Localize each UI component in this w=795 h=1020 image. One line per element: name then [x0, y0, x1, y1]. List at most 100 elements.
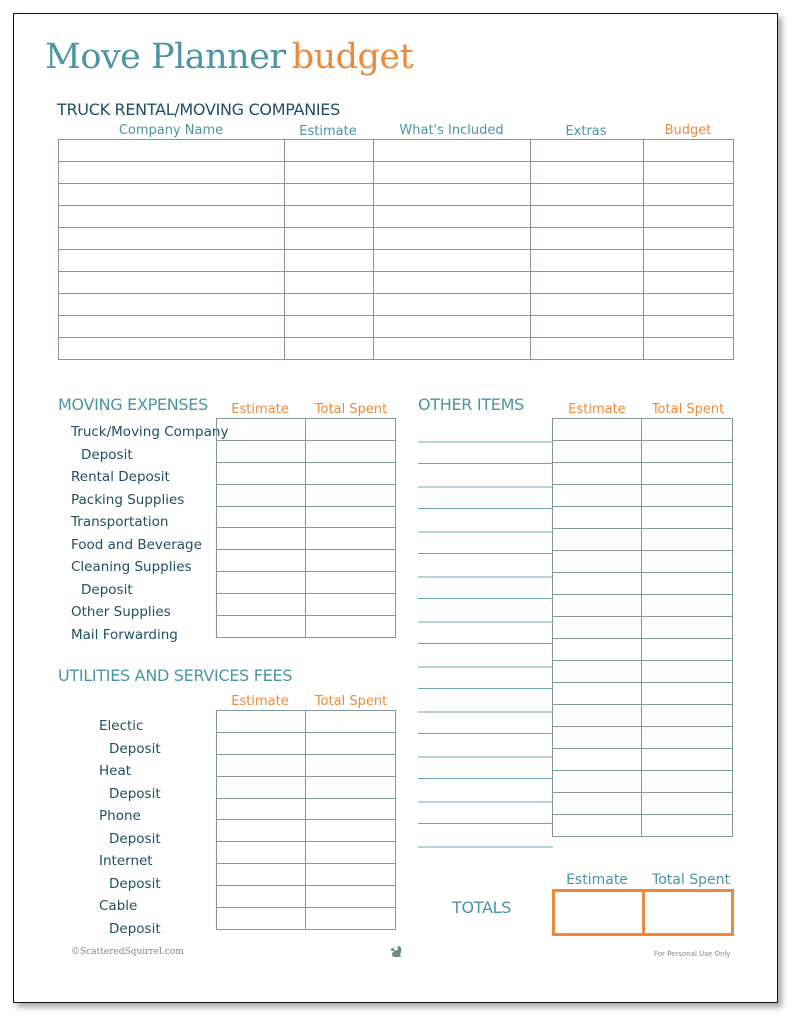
other-item-cell[interactable] — [551, 616, 643, 639]
truck-cell[interactable] — [373, 293, 532, 316]
other-item-cell[interactable] — [641, 528, 733, 551]
other-item-cell[interactable] — [641, 616, 733, 639]
truck-cell[interactable] — [283, 227, 375, 250]
utility-cell[interactable] — [216, 710, 306, 733]
other-item-name-line[interactable] — [418, 485, 553, 488]
other-item-cell[interactable] — [551, 572, 643, 595]
truck-cell[interactable] — [283, 315, 375, 338]
other-item-name-line[interactable] — [418, 710, 553, 713]
truck-cell[interactable] — [58, 161, 285, 184]
other-item-name-line[interactable] — [418, 620, 553, 623]
truck-cell[interactable] — [283, 337, 375, 360]
utility-cell[interactable] — [216, 797, 306, 821]
other-item-cell[interactable] — [551, 462, 643, 485]
moving-expense-cell[interactable] — [216, 571, 306, 595]
other-item-name-line[interactable] — [418, 778, 553, 779]
truck-cell[interactable] — [283, 271, 375, 294]
utility-cell[interactable] — [216, 885, 306, 909]
truck-cell[interactable] — [373, 315, 532, 338]
truck-cell[interactable] — [58, 337, 285, 360]
other-item-cell[interactable] — [551, 770, 643, 793]
utility-cell[interactable] — [305, 753, 396, 777]
truck-cell[interactable] — [58, 139, 285, 162]
utility-cell[interactable] — [216, 753, 306, 777]
utility-cell[interactable] — [216, 775, 306, 799]
other-item-name-line[interactable] — [418, 508, 553, 509]
moving-expense-cell[interactable] — [216, 483, 306, 507]
moving-expense-cell[interactable] — [216, 418, 306, 441]
truck-cell[interactable] — [373, 205, 532, 228]
other-item-cell[interactable] — [551, 638, 643, 661]
other-item-cell[interactable] — [551, 704, 643, 727]
moving-expense-cell[interactable] — [216, 439, 306, 463]
truck-cell[interactable] — [530, 271, 644, 294]
truck-cell[interactable] — [642, 249, 735, 272]
truck-cell[interactable] — [283, 161, 375, 184]
truck-cell[interactable] — [373, 337, 532, 360]
other-item-cell[interactable] — [551, 528, 643, 551]
utility-cell[interactable] — [305, 841, 396, 865]
moving-expense-cell[interactable] — [216, 461, 306, 485]
moving-expense-cell[interactable] — [216, 549, 306, 573]
moving-expense-cell[interactable] — [216, 615, 306, 638]
truck-cell[interactable] — [530, 315, 644, 338]
other-item-name-line[interactable] — [418, 733, 553, 734]
other-item-name-line[interactable] — [418, 463, 553, 464]
truck-cell[interactable] — [373, 249, 532, 272]
other-item-cell[interactable] — [551, 440, 643, 463]
moving-expense-cell[interactable] — [305, 461, 396, 485]
other-item-cell[interactable] — [641, 638, 733, 661]
truck-cell[interactable] — [373, 161, 532, 184]
moving-expense-cell[interactable] — [305, 549, 396, 573]
other-item-cell[interactable] — [551, 506, 643, 529]
moving-expense-cell[interactable] — [305, 483, 396, 507]
other-item-cell[interactable] — [641, 792, 733, 815]
truck-cell[interactable] — [283, 293, 375, 316]
moving-expense-cell[interactable] — [305, 439, 396, 463]
other-item-name-line[interactable] — [418, 553, 553, 554]
utility-cell[interactable] — [216, 731, 306, 755]
truck-cell[interactable] — [642, 337, 735, 360]
truck-cell[interactable] — [530, 227, 644, 250]
other-item-cell[interactable] — [551, 550, 643, 573]
other-item-cell[interactable] — [641, 594, 733, 617]
other-item-cell[interactable] — [641, 682, 733, 705]
other-item-cell[interactable] — [551, 814, 643, 837]
other-item-name-line[interactable] — [418, 800, 553, 803]
other-item-cell[interactable] — [641, 484, 733, 507]
utility-cell[interactable] — [216, 907, 306, 930]
other-item-cell[interactable] — [641, 748, 733, 771]
truck-cell[interactable] — [58, 293, 285, 316]
other-item-cell[interactable] — [641, 572, 733, 595]
truck-cell[interactable] — [283, 205, 375, 228]
truck-cell[interactable] — [530, 161, 644, 184]
truck-cell[interactable] — [283, 139, 375, 162]
utility-cell[interactable] — [216, 819, 306, 843]
moving-expense-cell[interactable] — [305, 593, 396, 617]
truck-cell[interactable] — [283, 183, 375, 206]
truck-cell[interactable] — [642, 161, 735, 184]
other-item-cell[interactable] — [551, 594, 643, 617]
other-item-name-line[interactable] — [418, 440, 553, 443]
utility-cell[interactable] — [305, 907, 396, 930]
other-item-name-line[interactable] — [418, 530, 553, 533]
utility-cell[interactable] — [305, 797, 396, 821]
other-item-cell[interactable] — [551, 726, 643, 749]
utility-cell[interactable] — [216, 863, 306, 887]
truck-cell[interactable] — [530, 293, 644, 316]
moving-expense-cell[interactable] — [305, 418, 396, 441]
other-item-cell[interactable] — [641, 440, 733, 463]
other-item-cell[interactable] — [551, 682, 643, 705]
moving-expense-cell[interactable] — [216, 593, 306, 617]
moving-expense-cell[interactable] — [216, 505, 306, 529]
truck-cell[interactable] — [58, 271, 285, 294]
other-item-cell[interactable] — [551, 660, 643, 683]
truck-cell[interactable] — [58, 249, 285, 272]
truck-cell[interactable] — [373, 183, 532, 206]
truck-cell[interactable] — [530, 139, 644, 162]
other-item-cell[interactable] — [551, 484, 643, 507]
other-item-name-line[interactable] — [418, 688, 553, 689]
truck-cell[interactable] — [58, 227, 285, 250]
truck-cell[interactable] — [642, 293, 735, 316]
totals-estimate-field[interactable] — [555, 892, 642, 933]
